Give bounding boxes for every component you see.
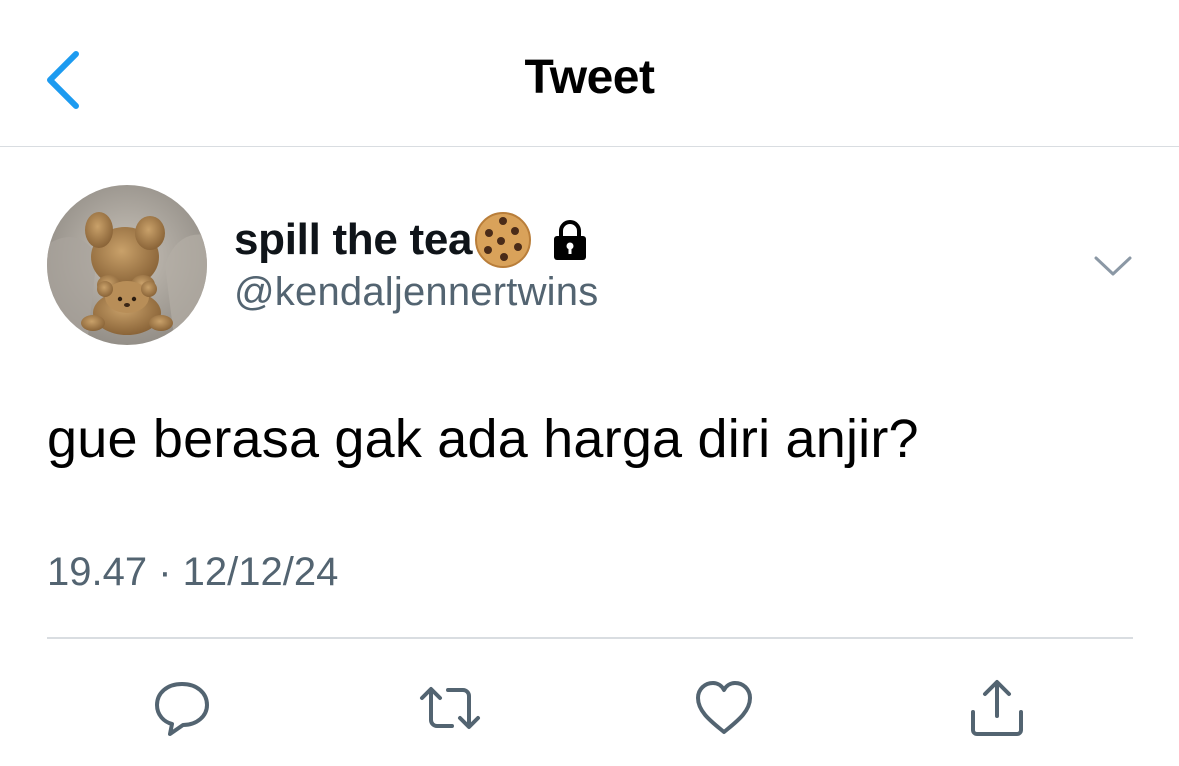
top-bar: Tweet (0, 0, 1179, 147)
lock-icon (554, 220, 587, 260)
teddy-bear-avatar (47, 185, 207, 345)
share-icon (971, 680, 1023, 736)
tweet-timestamp: 19.47 · 12/12/24 (47, 550, 339, 594)
author-row: spill the tea (234, 210, 592, 270)
display-name[interactable]: spill the tea (234, 215, 472, 265)
share-button[interactable] (965, 676, 1029, 740)
more-options-button[interactable] (1090, 248, 1136, 282)
retweet-icon (420, 687, 480, 729)
retweet-button[interactable] (418, 676, 482, 740)
page-title: Tweet (524, 51, 655, 104)
chevron-down-icon (1094, 256, 1132, 276)
reply-button[interactable] (150, 676, 214, 740)
like-button[interactable] (692, 676, 756, 740)
like-icon (696, 681, 752, 734)
author-handle[interactable]: @kendaljennertwins (234, 270, 598, 315)
avatar[interactable] (47, 185, 207, 345)
tweet-text: gue berasa gak ada harga diri anjir? (47, 409, 919, 469)
cookie-emoji-icon (475, 212, 532, 268)
divider (47, 637, 1133, 639)
reply-icon (155, 682, 209, 736)
